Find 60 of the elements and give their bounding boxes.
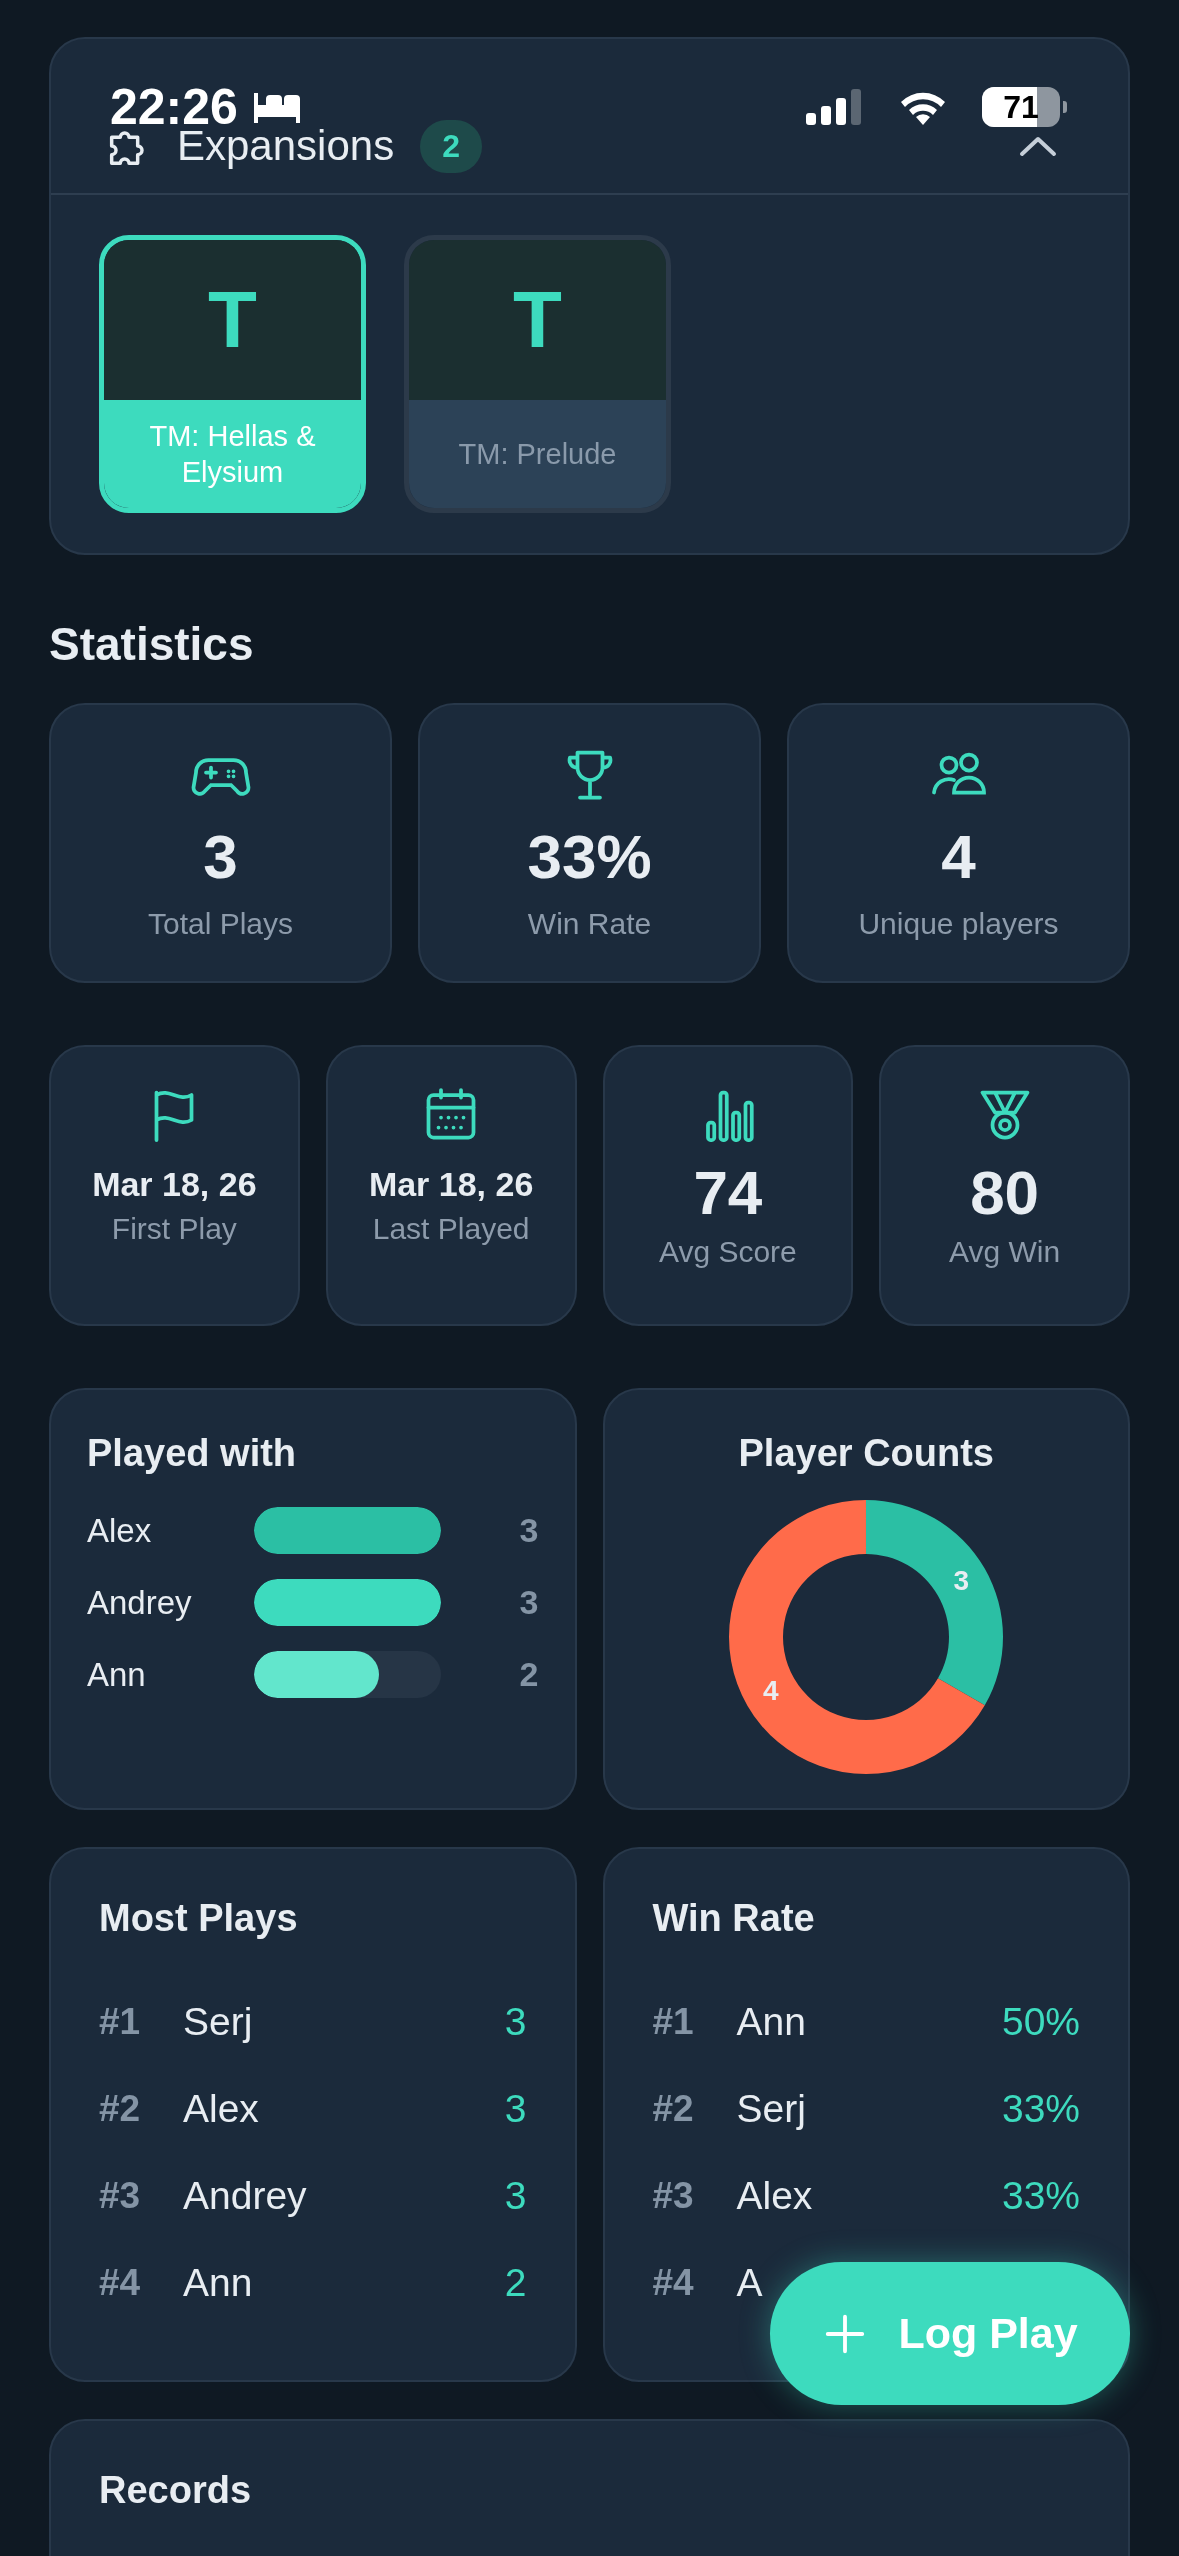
rank-number: #1 [652,2000,695,2043]
rank-number: #2 [652,2087,695,2130]
expansion-tile[interactable]: T TM: Prelude [404,235,671,513]
rank-number: #3 [99,2174,142,2217]
slice-label: 3 [953,1564,970,1596]
stat-label: Avg Win [949,1235,1061,1270]
stat-label: Avg Score [658,1235,797,1270]
section-title: Statistics [49,617,255,671]
stat-label: Last Played [372,1212,530,1246]
rank-number: #1 [99,2000,142,2043]
player-name: Ann [87,1655,147,1694]
player-name: Ann [736,1999,807,2044]
play-count: 3 [504,2173,527,2218]
win-percentage: 33% [1001,2173,1080,2218]
card-title: Played with [87,1432,298,1475]
tile-initial: T [513,274,562,366]
player-name: Andrey [183,2173,308,2218]
card-title: Most Plays [99,1897,299,1940]
stat-value: 74 [693,1159,763,1228]
player-name: Serj [736,2086,807,2131]
play-count: 3 [518,1511,539,1550]
expansion-name: TM: Prelude [458,436,617,472]
stat-value: 80 [970,1159,1040,1228]
stat-label: Total Plays [147,907,294,942]
stat-value: 3 [203,823,238,892]
rank-number: #4 [652,2261,695,2304]
win-percentage: 33% [1001,2086,1080,2131]
rank-number: #4 [99,2261,142,2304]
player-name: Serj [183,1999,254,2044]
play-count: 3 [504,2086,527,2131]
tile-initial: T [208,274,257,366]
expansion-name: TM: Hellas & Elysium [148,418,317,490]
stat-label: Unique players [858,907,1059,942]
signal-icon [806,89,864,125]
player-name: Andrey [87,1583,193,1622]
count-badge: 2 [420,119,482,173]
play-count: 3 [518,1583,539,1622]
rank-number: #3 [652,2174,695,2217]
slice-label: 4 [763,1675,779,1707]
card-title: Player Counts [738,1432,994,1475]
stat-label: Win Rate [527,907,652,942]
stat-value: Mar 18, 26 [368,1165,534,1204]
chevron-icon[interactable] [1018,134,1058,158]
card-title: Records [99,2469,252,2511]
expansion-tile[interactable]: T TM: Hellas & Elysium [99,235,366,513]
play-count: 3 [504,1999,527,2044]
stat-value: Mar 18, 26 [92,1165,257,1204]
player-name: A [736,2260,764,2305]
stat-value: 4 [941,823,976,892]
win-percentage: 50% [1001,1999,1080,2044]
player-name: Ann [183,2260,254,2305]
stat-label: First Play [111,1212,237,1246]
player-name: Alex [87,1511,153,1550]
player-name: Alex [183,2086,260,2131]
rank-number: #2 [99,2087,142,2130]
play-count: 2 [518,1655,539,1694]
play-count: 2 [504,2260,527,2305]
card-title: Win Rate [652,1897,816,1940]
player-name: Alex [736,2173,814,2218]
stat-value: 33% [527,823,652,892]
